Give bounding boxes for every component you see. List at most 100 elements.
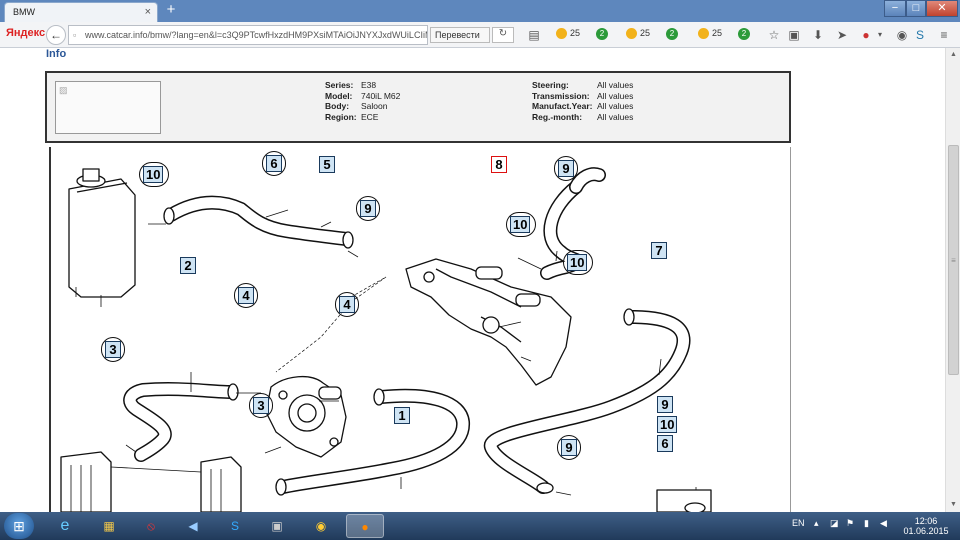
model-value: 740iL M62	[361, 90, 401, 101]
callout-c9a[interactable]: 9	[360, 200, 376, 217]
volume-icon[interactable]: ◀	[880, 518, 887, 529]
clipboard-icon[interactable]: ▣	[786, 27, 802, 43]
back-arrow-icon: ←	[50, 28, 62, 42]
title-bar: BMW × + − □ ✕	[0, 0, 960, 22]
display-taskbar-icon[interactable]: ▣	[258, 514, 296, 538]
firefox-taskbar-icon[interactable]: ●	[346, 514, 384, 538]
scrollbar-thumb[interactable]: ≡	[948, 145, 959, 375]
back-button[interactable]: ←	[46, 25, 66, 45]
close-window-button[interactable]: ✕	[926, 0, 958, 17]
parts-diagram	[49, 147, 791, 512]
start-button[interactable]: ⊞	[4, 513, 34, 539]
callout-c9c[interactable]: 9	[561, 439, 577, 456]
badge-extension-1[interactable]: 2	[596, 28, 608, 42]
section-title: Info	[46, 48, 67, 60]
scroll-down-arrow-icon[interactable]: ▼	[946, 498, 960, 512]
weather-extension-1[interactable]: 25	[556, 28, 580, 42]
expansion-tank	[68, 168, 136, 307]
grip-icon: ≡	[951, 256, 956, 265]
scroll-up-arrow-icon[interactable]: ▲	[946, 48, 960, 62]
sun-icon	[556, 28, 567, 40]
navigation-bar: Яндекс ← ▫ www.catcar.info/bmw/?lang=en&…	[0, 22, 960, 48]
callout-c10a[interactable]: 10	[143, 166, 164, 183]
close-tab-icon[interactable]: ×	[145, 6, 151, 18]
sun-icon	[698, 28, 709, 40]
month-value: All values	[597, 111, 634, 122]
tray-arrow-icon[interactable]: ▴	[814, 518, 819, 529]
clock-time: 12:06	[914, 516, 938, 526]
callout-c9b[interactable]: 9	[558, 160, 574, 177]
month-field: Reg.-month:	[532, 111, 583, 122]
callout-c3b[interactable]: 3	[253, 397, 269, 414]
badge-2-icon: 2	[738, 28, 750, 40]
callout-c10c[interactable]: 10	[567, 254, 588, 271]
translate-button[interactable]: Перевести	[430, 27, 490, 43]
menu-icon[interactable]: ≡	[936, 27, 952, 43]
callout-legend9[interactable]: 9	[657, 396, 673, 413]
system-clock[interactable]: 12:06 01.06.2015	[898, 516, 954, 536]
weather-extension-3[interactable]: 25	[698, 28, 722, 42]
water-pump	[265, 376, 347, 458]
maximize-button[interactable]: □	[906, 0, 926, 17]
power-icon[interactable]: ◪	[830, 518, 839, 529]
chat-icon[interactable]: ◉	[894, 27, 910, 43]
callout-legend10[interactable]: 10	[657, 416, 678, 433]
callout-legend6[interactable]: 6	[657, 435, 673, 452]
ie-taskbar-icon[interactable]: e	[46, 514, 84, 538]
badge-2-icon: 2	[666, 28, 678, 40]
tab-bmw[interactable]: BMW ×	[4, 2, 158, 22]
radiator	[60, 451, 242, 512]
weather-value: 25	[712, 28, 723, 38]
windows-logo-icon: ⊞	[13, 518, 25, 534]
reload-button[interactable]: ↻	[492, 27, 514, 43]
callout-c8[interactable]: 8	[491, 156, 507, 173]
tab-title: BMW	[13, 7, 35, 17]
callout-c3a[interactable]: 3	[105, 341, 121, 358]
clamp-legend	[656, 487, 712, 512]
taskbar: ⊞ e ▦ ⦸ ◀ S ▣ ◉ ● EN ▴ ◪ ⚑ ▮ ◀ 12:06 01.…	[0, 512, 960, 540]
callout-c2[interactable]: 2	[180, 257, 196, 274]
flag-icon[interactable]: ⚑	[846, 518, 854, 529]
skype-icon[interactable]: S	[912, 27, 928, 43]
media-taskbar-icon[interactable]: ◀	[174, 514, 212, 538]
series-value: E38	[361, 80, 377, 90]
broken-image-icon: ▨	[59, 85, 68, 95]
callout-c7[interactable]: 7	[651, 242, 667, 259]
vehicle-thumbnail: ▨	[55, 81, 161, 134]
vertical-scrollbar[interactable]: ▲ ≡ ▼	[945, 48, 960, 512]
sun-icon	[626, 28, 637, 40]
hose-2	[123, 382, 239, 462]
download-icon[interactable]: ⬇	[810, 27, 826, 43]
callout-c4a[interactable]: 4	[238, 287, 254, 304]
reload-icon: ↻	[498, 28, 508, 39]
browser-window: BMW × + − □ ✕ Яндекс ← ▫ www.catcar.info…	[0, 0, 960, 540]
language-indicator[interactable]: EN	[792, 518, 805, 528]
parts-diagram-svg	[60, 167, 712, 512]
badge-extension-2[interactable]: 2	[666, 28, 678, 42]
network-icon[interactable]: ▮	[864, 518, 869, 529]
chrome-taskbar-icon[interactable]: ◉	[302, 514, 340, 538]
explorer-taskbar-icon[interactable]: ▦	[90, 514, 128, 538]
yandex-logo[interactable]: Яндекс	[6, 27, 45, 39]
skype-taskbar-icon[interactable]: S	[216, 514, 254, 538]
region-field: Region:	[325, 111, 357, 122]
weather-value: 25	[640, 28, 651, 38]
minimize-button[interactable]: −	[884, 0, 906, 17]
block-taskbar-icon[interactable]: ⦸	[132, 514, 170, 538]
callout-c5[interactable]: 5	[319, 156, 335, 173]
address-bar[interactable]: ▫ www.catcar.info/bmw/?lang=en&l=c3Q9PTc…	[68, 25, 428, 45]
callout-c1[interactable]: 1	[394, 407, 410, 424]
callout-c4b[interactable]: 4	[339, 296, 355, 313]
weather-extension-2[interactable]: 25	[626, 28, 650, 42]
callout-c6a[interactable]: 6	[266, 155, 282, 172]
clock-date: 01.06.2015	[903, 526, 949, 536]
badge-extension-3[interactable]: 2	[738, 28, 750, 42]
callout-c10b[interactable]: 10	[510, 216, 531, 233]
steering-field: Steering:	[532, 80, 569, 90]
new-tab-button[interactable]: +	[162, 2, 180, 19]
bookmark-page-icon[interactable]: ▤	[526, 27, 542, 43]
send-icon[interactable]: ➤	[834, 27, 850, 43]
model-field: Model:	[325, 90, 353, 101]
star-icon[interactable]: ☆	[766, 27, 782, 43]
dropdown-arrow-icon[interactable]: ▾	[872, 27, 888, 43]
